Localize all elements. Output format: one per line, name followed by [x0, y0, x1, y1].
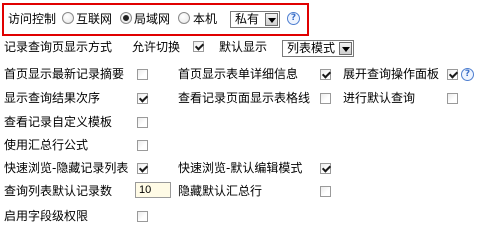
radio-internet[interactable]	[62, 12, 74, 24]
quick-hide-list-label: 快速浏览-隐藏记录列表	[4, 161, 129, 175]
chevron-down-icon[interactable]	[265, 13, 278, 26]
chevron-down-icon[interactable]	[339, 42, 352, 55]
default-display-label: 默认显示	[219, 40, 268, 54]
field-permission-label: 启用字段级权限	[4, 209, 89, 223]
quick-default-edit-label: 快速浏览-默认编辑模式	[178, 161, 303, 175]
first-page-detail-label: 首页显示表单详细信息	[178, 67, 299, 81]
hide-summary-label: 隐藏默认汇总行	[178, 184, 263, 198]
expand-panel-checkbox[interactable]	[447, 69, 458, 80]
default-display-select[interactable]: 列表模式	[282, 40, 354, 57]
help-icon[interactable]: ?	[287, 12, 300, 25]
quick-default-edit-checkbox[interactable]	[320, 163, 331, 174]
field-permission-checkbox[interactable]	[137, 211, 148, 222]
radio-local[interactable]	[178, 12, 190, 24]
access-select[interactable]: 私有	[230, 11, 280, 28]
default-query-checkbox[interactable]	[447, 93, 458, 104]
first-page-latest-label: 首页显示最新记录摘要	[4, 67, 125, 81]
access-control-label: 访问控制	[8, 12, 57, 26]
result-order-checkbox[interactable]	[137, 93, 148, 104]
allow-toggle-label: 允许切换	[132, 40, 181, 54]
summary-formula-label: 使用汇总行公式	[4, 138, 89, 152]
quick-hide-list-checkbox[interactable]	[137, 163, 148, 174]
radio-local-label: 本机	[193, 12, 218, 26]
summary-formula-checkbox[interactable]	[137, 140, 148, 151]
radio-lan-label: 局域网	[134, 12, 171, 26]
allow-toggle-checkbox[interactable]	[193, 41, 204, 52]
default-count-label: 查询列表默认记录数	[4, 184, 113, 198]
first-page-latest-checkbox[interactable]	[137, 69, 148, 80]
custom-template-label: 查看记录自定义模板	[4, 115, 113, 129]
show-grid-checkbox[interactable]	[320, 93, 331, 104]
result-order-label: 显示查询结果次序	[4, 91, 101, 105]
expand-panel-label: 展开查询操作面板	[343, 67, 440, 81]
help-icon[interactable]: ?	[461, 68, 474, 81]
default-display-value: 列表模式	[287, 41, 336, 55]
show-grid-label: 查看记录页面显示表格线	[178, 91, 311, 105]
access-select-value: 私有	[235, 12, 260, 26]
display-mode-label: 记录查询页显示方式	[4, 40, 113, 54]
radio-lan[interactable]	[120, 12, 132, 24]
radio-internet-label: 互联网	[76, 12, 113, 26]
custom-template-checkbox[interactable]	[137, 117, 148, 128]
hide-summary-checkbox[interactable]	[320, 186, 331, 197]
default-count-input[interactable]	[135, 182, 171, 198]
first-page-detail-checkbox[interactable]	[320, 69, 331, 80]
default-query-label: 进行默认查询	[343, 91, 416, 105]
